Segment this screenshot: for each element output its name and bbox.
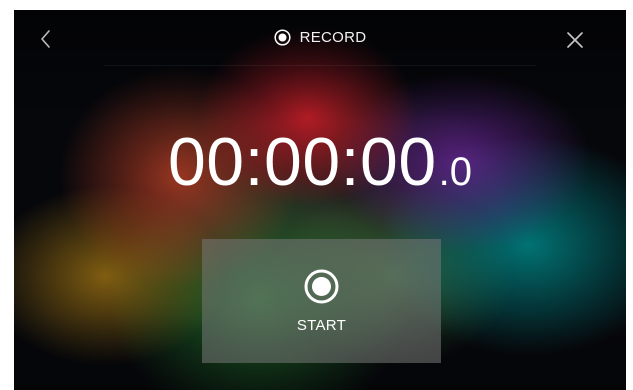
close-button[interactable] [564, 29, 586, 51]
timer-main-digits: 00:00:00 [167, 124, 437, 200]
top-bar: RECORD [14, 10, 626, 66]
record-icon [304, 269, 339, 304]
timer-tenths-digit: .0 [438, 150, 473, 194]
recorder-screen: RECORD 00:00:00.0 START [14, 10, 626, 390]
elapsed-timer: 00:00:00.0 [14, 128, 626, 196]
record-icon [274, 29, 291, 46]
page-title-group: RECORD [14, 29, 626, 46]
close-icon [567, 32, 583, 48]
header-divider [104, 65, 536, 66]
start-button[interactable]: START [202, 239, 441, 363]
page-title: RECORD [299, 29, 367, 46]
start-button-label: START [296, 317, 347, 334]
